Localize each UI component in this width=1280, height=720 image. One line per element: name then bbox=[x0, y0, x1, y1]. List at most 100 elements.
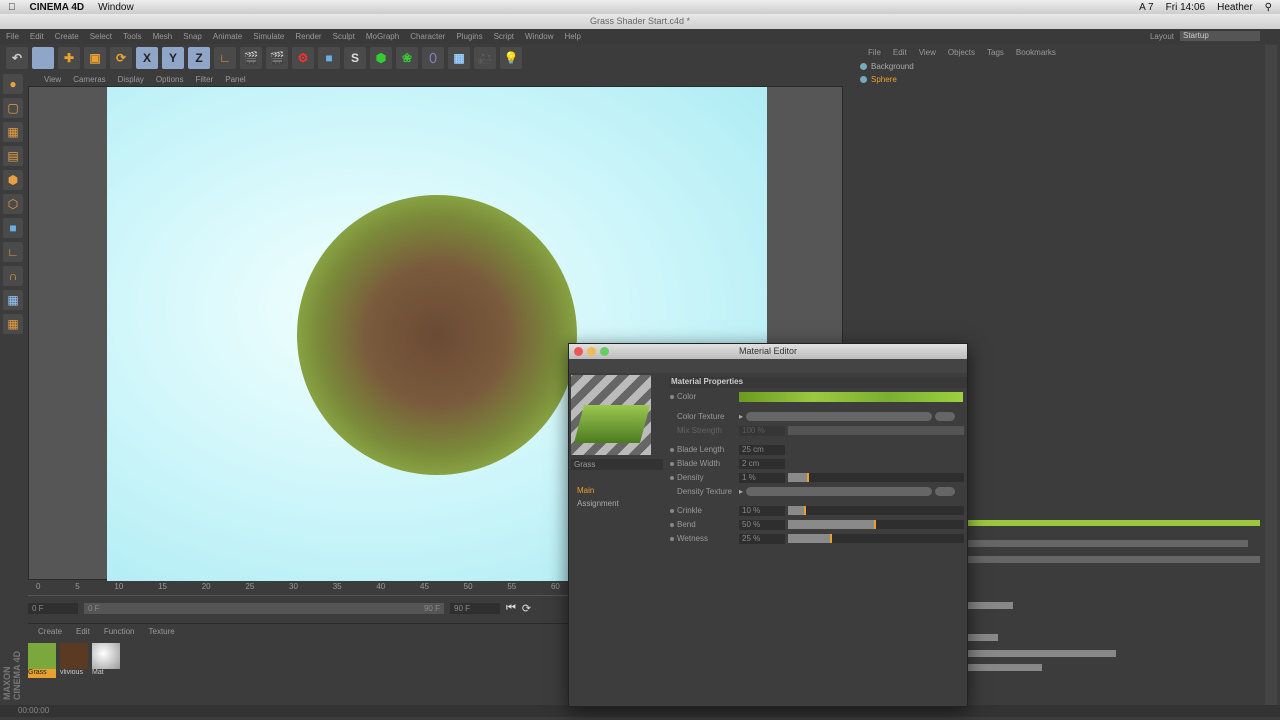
material-editor-titlebar[interactable]: Material Editor bbox=[569, 344, 967, 359]
obj-menu-file[interactable]: File bbox=[868, 48, 881, 58]
close-button[interactable] bbox=[574, 347, 583, 356]
menu-mesh[interactable]: Mesh bbox=[153, 32, 173, 41]
magnet-icon[interactable]: ∩ bbox=[3, 266, 23, 286]
material-name-field[interactable]: Grass bbox=[571, 459, 663, 470]
lock-workplane-icon[interactable]: ▦ bbox=[3, 314, 23, 334]
viewport-menu-panel[interactable]: Panel bbox=[225, 75, 245, 84]
channel-assignment[interactable]: Assignment bbox=[577, 499, 619, 508]
viewport-menu-options[interactable]: Options bbox=[156, 75, 184, 84]
floor-button[interactable]: ▦ bbox=[448, 47, 470, 69]
menu-sculpt[interactable]: Sculpt bbox=[333, 32, 355, 41]
wetness-slider[interactable] bbox=[788, 534, 964, 543]
wetness-field[interactable]: 25 % bbox=[739, 533, 785, 544]
edges-mode-icon[interactable]: ⬡ bbox=[3, 194, 23, 214]
side-tabs[interactable] bbox=[1265, 45, 1277, 705]
density-texture-browse[interactable] bbox=[935, 487, 956, 496]
mat-menu-create[interactable]: Create bbox=[38, 627, 62, 636]
menu-simulate[interactable]: Simulate bbox=[253, 32, 284, 41]
attr-slider[interactable] bbox=[968, 556, 1260, 563]
menu-create[interactable]: Create bbox=[55, 32, 79, 41]
x-axis-button[interactable]: X bbox=[136, 47, 158, 69]
minimize-button[interactable] bbox=[587, 347, 596, 356]
undo-button[interactable]: ↶ bbox=[6, 47, 28, 69]
scale-tool-button[interactable]: ▣ bbox=[84, 47, 106, 69]
clock[interactable]: Fri 14:06 bbox=[1166, 2, 1205, 13]
array-button[interactable]: ❀ bbox=[396, 47, 418, 69]
obj-menu-edit[interactable]: Edit bbox=[893, 48, 907, 58]
color-texture-browse[interactable] bbox=[935, 412, 956, 421]
crinkle-field[interactable]: 10 % bbox=[739, 505, 785, 516]
crinkle-slider[interactable] bbox=[788, 506, 964, 515]
render-picture-viewer-button[interactable]: 🎬 bbox=[266, 47, 288, 69]
layout-select[interactable]: Startup bbox=[1180, 31, 1260, 41]
go-to-start-icon[interactable]: ⏮ bbox=[506, 602, 516, 615]
end-frame-field[interactable]: 90 F bbox=[450, 603, 500, 614]
menu-tools[interactable]: Tools bbox=[123, 32, 142, 41]
menu-render[interactable]: Render bbox=[295, 32, 321, 41]
axis-mode-icon[interactable]: ∟ bbox=[3, 242, 23, 262]
mat-menu-edit[interactable]: Edit bbox=[76, 627, 90, 636]
bend-slider[interactable] bbox=[788, 520, 964, 529]
obj-menu-view[interactable]: View bbox=[919, 48, 936, 58]
start-frame-field[interactable]: 0 F bbox=[28, 603, 78, 614]
render-view-button[interactable]: 🎬 bbox=[240, 47, 262, 69]
menu-mograph[interactable]: MoGraph bbox=[366, 32, 399, 41]
viewport-menu-view[interactable]: View bbox=[44, 75, 61, 84]
obj-menu-tags[interactable]: Tags bbox=[987, 48, 1004, 58]
density-slider[interactable] bbox=[788, 473, 964, 482]
object-row-sphere[interactable]: Sphere bbox=[848, 73, 948, 86]
cube-button[interactable]: ■ bbox=[318, 47, 340, 69]
z-axis-button[interactable]: Z bbox=[188, 47, 210, 69]
color-texture-field[interactable] bbox=[746, 412, 933, 421]
attr-slider[interactable] bbox=[968, 602, 1013, 609]
subdivision-button[interactable]: ⬢ bbox=[370, 47, 392, 69]
camera-button[interactable]: 🎥 bbox=[474, 47, 496, 69]
menu-edit[interactable]: Edit bbox=[30, 32, 44, 41]
apple-icon[interactable]:  bbox=[8, 2, 16, 13]
texture-arrow-button[interactable]: ▸ bbox=[739, 412, 743, 421]
mat-menu-function[interactable]: Function bbox=[104, 627, 135, 636]
material-swatch-grass[interactable]: Grass bbox=[28, 643, 56, 679]
move-tool-button[interactable]: ✚ bbox=[58, 47, 80, 69]
menu-snap[interactable]: Snap bbox=[183, 32, 202, 41]
snap-icon[interactable]: ▦ bbox=[3, 290, 23, 310]
material-swatch-soil[interactable]: vlivious bbox=[60, 643, 88, 679]
menu-animate[interactable]: Animate bbox=[213, 32, 242, 41]
workplane-icon[interactable]: ▤ bbox=[3, 146, 23, 166]
texture-mode-icon[interactable]: ▦ bbox=[3, 122, 23, 142]
menu-help[interactable]: Help bbox=[564, 32, 580, 41]
layout-selector[interactable]: Layout Startup bbox=[1150, 31, 1260, 41]
blade-length-field[interactable]: 25 cm bbox=[739, 444, 785, 455]
zoom-button[interactable] bbox=[600, 347, 609, 356]
mix-strength-slider[interactable] bbox=[788, 426, 964, 435]
user-name[interactable]: Heather bbox=[1217, 2, 1253, 13]
coordinate-system-button[interactable]: ∟ bbox=[214, 47, 236, 69]
attr-slider[interactable] bbox=[968, 540, 1248, 547]
spotlight-icon[interactable]: ⚲ bbox=[1265, 2, 1272, 13]
mat-menu-texture[interactable]: Texture bbox=[149, 627, 175, 636]
deformer-button[interactable]: ⬯ bbox=[422, 47, 444, 69]
color-gradient[interactable] bbox=[739, 391, 963, 402]
light-button[interactable]: 💡 bbox=[500, 47, 522, 69]
channel-main[interactable]: Main bbox=[577, 486, 619, 495]
app-menu[interactable]: CINEMA 4D bbox=[30, 2, 85, 13]
timeline[interactable]: 0 5 10 15 20 25 30 35 40 45 50 55 60 0 F 0 F 90 F 90 … bbox=[28, 582, 568, 620]
rotate-tool-button[interactable]: ⟳ bbox=[110, 47, 132, 69]
blade-width-field[interactable]: 2 cm bbox=[739, 458, 785, 469]
live-selection-button[interactable] bbox=[32, 47, 54, 69]
object-row-background[interactable]: Background bbox=[848, 60, 948, 73]
viewport-menu-cameras[interactable]: Cameras bbox=[73, 75, 105, 84]
render-settings-button[interactable]: ⚙ bbox=[292, 47, 314, 69]
color-gradient-bar[interactable] bbox=[968, 520, 1260, 526]
texture-arrow-button[interactable]: ▸ bbox=[739, 487, 743, 496]
model-mode-icon[interactable]: ● bbox=[3, 74, 23, 94]
window-menu[interactable]: Window bbox=[98, 2, 134, 13]
density-texture-field[interactable] bbox=[746, 487, 933, 496]
menu-select[interactable]: Select bbox=[90, 32, 112, 41]
range-slider[interactable]: 0 F 90 F bbox=[84, 603, 444, 614]
menu-script[interactable]: Script bbox=[494, 32, 514, 41]
attr-slider[interactable] bbox=[968, 664, 1042, 671]
loop-icon[interactable]: ⟳ bbox=[522, 602, 531, 615]
polygons-mode-icon[interactable]: ■ bbox=[3, 218, 23, 238]
bend-field[interactable]: 50 % bbox=[739, 519, 785, 530]
